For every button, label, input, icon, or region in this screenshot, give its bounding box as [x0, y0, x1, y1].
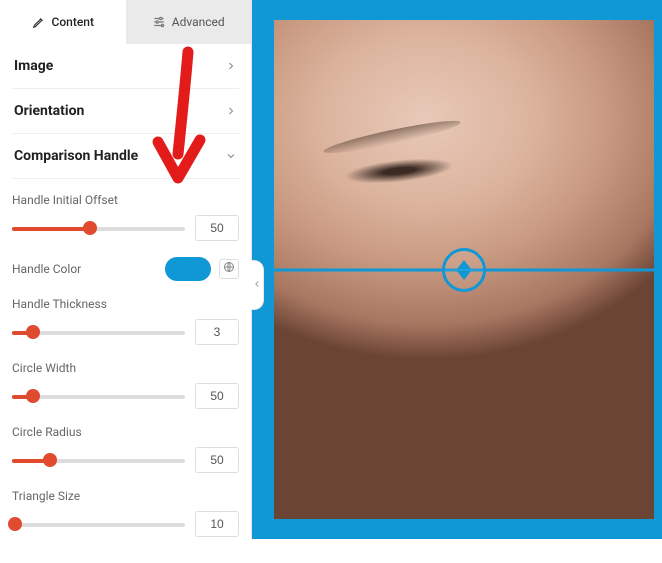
control-circle-radius-label: Circle Radius — [12, 425, 239, 439]
tab-content-label: Content — [52, 15, 94, 29]
chevron-right-icon — [225, 105, 237, 117]
control-circle-radius: Circle Radius — [12, 425, 239, 473]
settings-panel: Content Advanced Image Orientation — [0, 0, 252, 539]
slider-thickness[interactable] — [12, 323, 185, 341]
slider-circle-radius[interactable] — [12, 451, 185, 469]
slider-initial-offset[interactable] — [12, 219, 185, 237]
control-thickness: Handle Thickness — [12, 297, 239, 345]
slider-circle-width[interactable] — [12, 387, 185, 405]
chevron-right-icon — [225, 60, 237, 72]
control-triangle-size: Triangle Size — [12, 489, 239, 537]
control-thickness-label: Handle Thickness — [12, 297, 239, 311]
panel-collapse-handle[interactable] — [251, 260, 264, 310]
section-image-title: Image — [14, 58, 53, 74]
face-brow — [322, 116, 462, 159]
triangle-up-icon — [457, 260, 471, 269]
tabs: Content Advanced — [0, 0, 251, 44]
input-thickness[interactable] — [195, 319, 239, 345]
control-initial-offset: Handle Initial Offset — [12, 193, 239, 241]
color-swatch[interactable] — [165, 257, 211, 281]
control-triangle-size-label: Triangle Size — [12, 489, 239, 503]
tab-content[interactable]: Content — [0, 0, 126, 44]
global-color-button[interactable] — [219, 259, 239, 279]
triangle-down-icon — [457, 271, 471, 280]
control-handle-color: Handle Color — [12, 257, 239, 281]
preview-canvas[interactable] — [272, 18, 656, 521]
preview-area — [252, 0, 662, 539]
input-triangle-size[interactable] — [195, 511, 239, 537]
slider-triangle-size[interactable] — [12, 515, 185, 533]
section-comparison-handle[interactable]: Comparison Handle — [12, 134, 239, 179]
globe-icon — [223, 261, 235, 277]
section-orientation[interactable]: Orientation — [12, 89, 239, 134]
section-image[interactable]: Image — [12, 44, 239, 89]
input-initial-offset[interactable] — [195, 215, 239, 241]
control-circle-width-label: Circle Width — [12, 361, 239, 375]
input-circle-radius[interactable] — [195, 447, 239, 473]
section-comparison-handle-body: Handle Initial Offset Handle Color — [12, 179, 239, 537]
section-orientation-title: Orientation — [14, 103, 84, 119]
chevron-down-icon — [225, 150, 237, 162]
face-eye — [343, 154, 455, 187]
control-initial-offset-label: Handle Initial Offset — [12, 193, 239, 207]
control-circle-width: Circle Width — [12, 361, 239, 409]
input-circle-width[interactable] — [195, 383, 239, 409]
control-handle-color-label: Handle Color — [12, 262, 81, 276]
tab-advanced[interactable]: Advanced — [126, 0, 252, 44]
sliders-icon — [152, 15, 166, 29]
pencil-icon — [32, 15, 46, 29]
section-comparison-handle-title: Comparison Handle — [14, 148, 138, 164]
chevron-left-icon — [252, 278, 262, 293]
tab-advanced-label: Advanced — [172, 15, 225, 29]
comparison-handle[interactable] — [442, 248, 486, 292]
